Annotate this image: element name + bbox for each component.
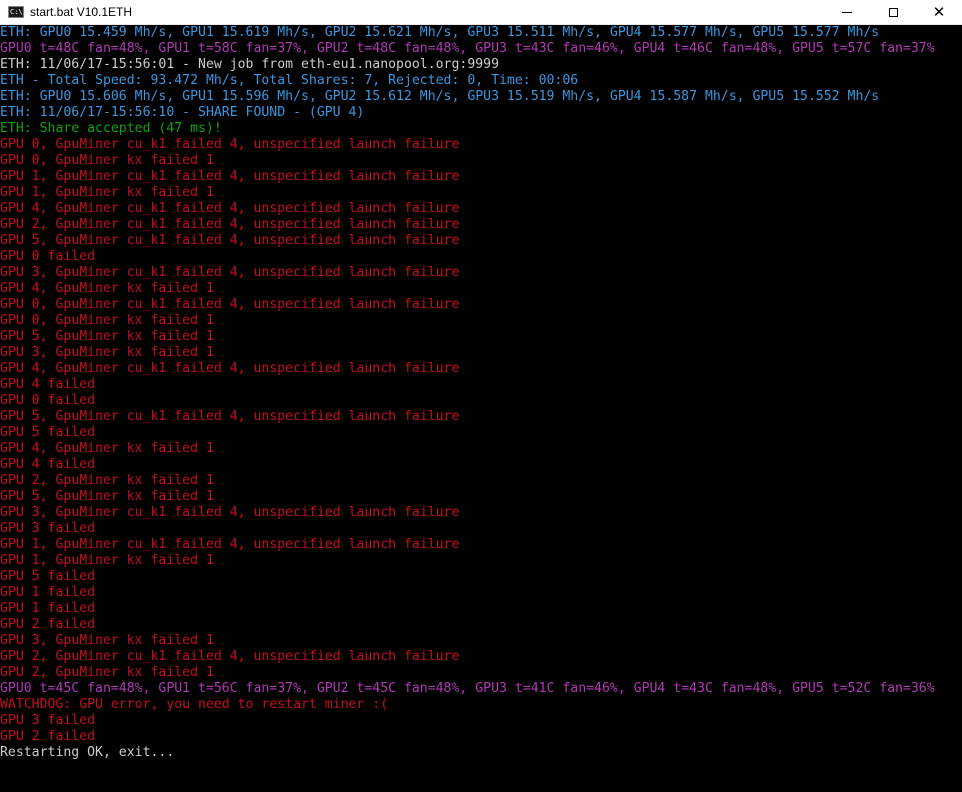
console-output[interactable]: ETH: GPU0 15.459 Mh/s, GPU1 15.619 Mh/s,… xyxy=(0,25,962,792)
console-line: GPU 2, GpuMiner kx failed 1 xyxy=(0,665,214,680)
console-line: WATCHDOG: GPU error, you need to restart… xyxy=(0,697,389,712)
console-line: GPU 0, GpuMiner kx failed 1 xyxy=(0,153,214,168)
console-line: GPU 0, GpuMiner kx failed 1 xyxy=(0,313,214,328)
console-line: GPU 2 failed xyxy=(0,729,96,744)
window-controls: ✕ xyxy=(824,0,962,24)
console-window: C:\ start.bat V10.1ETH ✕ ETH: GPU0 15.45… xyxy=(0,0,962,792)
close-button[interactable]: ✕ xyxy=(916,0,962,24)
maximize-button[interactable] xyxy=(870,0,916,24)
console-line: ETH: GPU0 15.459 Mh/s, GPU1 15.619 Mh/s,… xyxy=(0,25,880,40)
console-line: ETH: GPU0 15.606 Mh/s, GPU1 15.596 Mh/s,… xyxy=(0,89,880,104)
console-line: GPU 4, GpuMiner cu_k1 failed 4, unspecif… xyxy=(0,201,460,216)
console-line: GPU 5, GpuMiner cu_k1 failed 4, unspecif… xyxy=(0,409,460,424)
minimize-icon xyxy=(842,11,852,13)
console-app-icon[interactable]: C:\ xyxy=(8,6,24,18)
console-line: GPU 5 failed xyxy=(0,425,96,440)
console-line: GPU 2, GpuMiner cu_k1 failed 4, unspecif… xyxy=(0,649,460,664)
maximize-icon xyxy=(888,7,898,17)
console-line: GPU 4, GpuMiner kx failed 1 xyxy=(0,281,214,296)
console-line: GPU 1, GpuMiner kx failed 1 xyxy=(0,553,214,568)
console-line: GPU 2, GpuMiner cu_k1 failed 4, unspecif… xyxy=(0,217,460,232)
console-line: GPU 5, GpuMiner kx failed 1 xyxy=(0,489,214,504)
console-line: GPU 1, GpuMiner cu_k1 failed 4, unspecif… xyxy=(0,169,460,184)
console-line: ETH: 11/06/17-15:56:01 - New job from et… xyxy=(0,57,500,72)
console-line: GPU 0 failed xyxy=(0,393,96,408)
console-line: GPU 1, GpuMiner cu_k1 failed 4, unspecif… xyxy=(0,537,460,552)
console-line: GPU 4, GpuMiner cu_k1 failed 4, unspecif… xyxy=(0,361,460,376)
console-line: GPU 3 failed xyxy=(0,713,96,728)
console-line: GPU0 t=45C fan=48%, GPU1 t=56C fan=37%, … xyxy=(0,681,935,696)
console-line: GPU 4 failed xyxy=(0,457,96,472)
console-line: GPU 3 failed xyxy=(0,521,96,536)
console-line: GPU 0 failed xyxy=(0,249,96,264)
console-line: GPU 1 failed xyxy=(0,601,96,616)
console-line: GPU 2 failed xyxy=(0,617,96,632)
console-line: ETH - Total Speed: 93.472 Mh/s, Total Sh… xyxy=(0,73,579,88)
window-title: start.bat V10.1ETH xyxy=(30,5,133,19)
console-line: GPU 0, GpuMiner cu_k1 failed 4, unspecif… xyxy=(0,137,460,152)
console-line: GPU 5 failed xyxy=(0,569,96,584)
console-line: GPU 3, GpuMiner cu_k1 failed 4, unspecif… xyxy=(0,265,460,280)
console-line: GPU 1 failed xyxy=(0,585,96,600)
title-bar[interactable]: C:\ start.bat V10.1ETH ✕ xyxy=(0,0,962,25)
console-line: GPU 5, GpuMiner cu_k1 failed 4, unspecif… xyxy=(0,233,460,248)
console-line: GPU0 t=48C fan=48%, GPU1 t=58C fan=37%, … xyxy=(0,41,935,56)
console-line: GPU 1, GpuMiner kx failed 1 xyxy=(0,185,214,200)
console-line: GPU 3, GpuMiner cu_k1 failed 4, unspecif… xyxy=(0,505,460,520)
minimize-button[interactable] xyxy=(824,0,870,24)
console-line: GPU 0, GpuMiner cu_k1 failed 4, unspecif… xyxy=(0,297,460,312)
console-line: GPU 4, GpuMiner kx failed 1 xyxy=(0,441,214,456)
console-line: GPU 5, GpuMiner kx failed 1 xyxy=(0,329,214,344)
console-line: ETH: Share accepted (47 ms)! xyxy=(0,121,222,136)
console-line: ETH: 11/06/17-15:56:10 - SHARE FOUND - (… xyxy=(0,105,365,120)
console-line: GPU 3, GpuMiner kx failed 1 xyxy=(0,633,214,648)
console-line: GPU 4 failed xyxy=(0,377,96,392)
console-line: GPU 2, GpuMiner kx failed 1 xyxy=(0,473,214,488)
console-line: Restarting OK, exit... xyxy=(0,745,175,760)
close-icon: ✕ xyxy=(932,3,946,21)
console-line: GPU 3, GpuMiner kx failed 1 xyxy=(0,345,214,360)
